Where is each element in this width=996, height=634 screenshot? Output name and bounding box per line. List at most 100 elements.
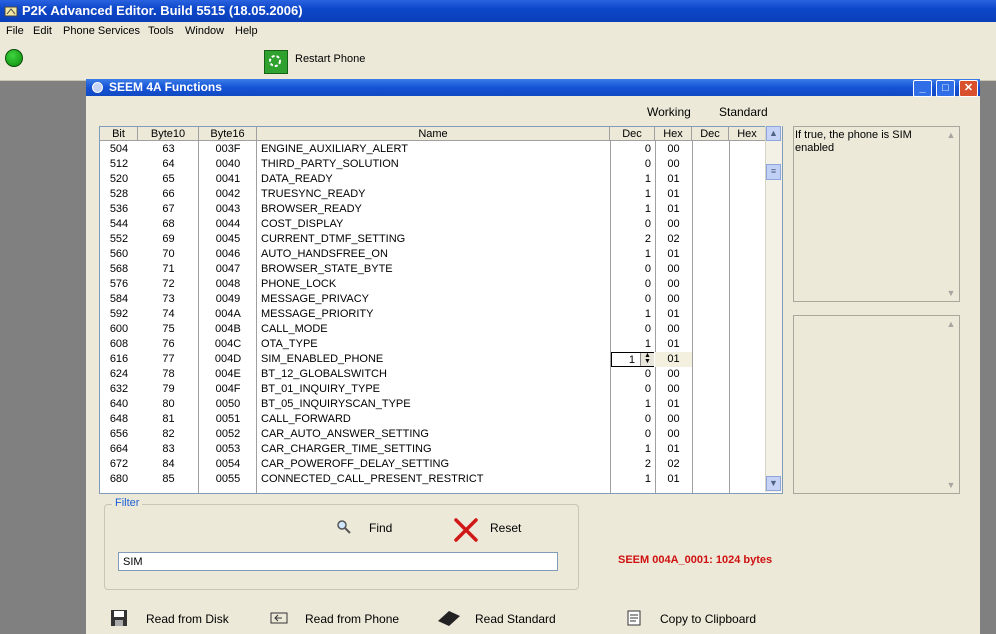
cell-name: CURRENT_DTMF_SETTING (261, 233, 406, 245)
maximize-icon[interactable]: □ (936, 80, 955, 97)
cell-dec[interactable]: 1 (610, 187, 651, 202)
cell-dec[interactable]: 2 (610, 232, 651, 247)
col-header-working-hex[interactable]: Hex (655, 127, 692, 141)
read-from-phone-button[interactable]: Read from Phone (305, 612, 399, 626)
cell-dec[interactable]: 1 (610, 307, 651, 322)
window-title-bar: SEEM 4A Functions _ □ ✕ (86, 79, 980, 97)
connection-status-icon (5, 49, 23, 67)
col-header-standard-dec[interactable]: Dec (692, 127, 729, 141)
col-header-name[interactable]: Name (257, 127, 610, 141)
find-button[interactable]: Find (369, 521, 392, 535)
restart-phone-button[interactable]: Restart Phone (295, 53, 365, 65)
cell-hex: 01 (667, 443, 680, 455)
menu-phone-services[interactable]: Phone Services (63, 25, 140, 37)
col-header-byte10[interactable]: Byte10 (138, 127, 199, 141)
cell-dec[interactable]: 1 (610, 442, 651, 457)
copy-to-clipboard-button[interactable]: Copy to Clipboard (660, 612, 756, 626)
menu-file[interactable]: File (6, 25, 24, 37)
cell-dec[interactable]: 0 (610, 262, 651, 277)
toolbar: Restart Phone (0, 42, 996, 81)
scroll-thumb[interactable]: ≡ (766, 164, 781, 180)
cell-byte16: 0042 (215, 188, 241, 200)
search-icon[interactable] (336, 519, 352, 535)
cell-name: CALL_FORWARD (261, 413, 351, 425)
book-icon[interactable] (437, 609, 461, 627)
cell-name: CAR_CHARGER_TIME_SETTING (261, 443, 432, 455)
cell-byte10: 82 (162, 428, 175, 440)
cell-name: MESSAGE_PRIVACY (261, 293, 369, 305)
disk-icon[interactable] (110, 609, 128, 627)
cell-name: CAR_POWEROFF_DELAY_SETTING (261, 458, 450, 470)
cell-dec[interactable]: 0 (610, 292, 651, 307)
cell-dec[interactable]: 0 (610, 217, 651, 232)
cell-name: BT_12_GLOBALSWITCH (261, 368, 387, 380)
col-header-working-dec[interactable]: Dec (610, 127, 655, 141)
scroll-up-icon[interactable]: ▲ (766, 126, 781, 141)
description-text: If true, the phone is SIM enabled (795, 129, 912, 154)
cell-byte16: 0052 (215, 428, 241, 440)
minimize-icon[interactable]: _ (913, 80, 932, 97)
menu-window[interactable]: Window (185, 25, 224, 37)
cell-byte10: 69 (162, 233, 175, 245)
cell-byte16: 0049 (215, 293, 241, 305)
cell-dec[interactable]: 0 (610, 322, 651, 337)
cell-bit: 608 (109, 338, 129, 350)
col-header-standard-hex[interactable]: Hex (729, 127, 766, 141)
filter-input[interactable]: SIM (118, 552, 558, 571)
restart-icon[interactable] (264, 50, 288, 74)
cell-dec[interactable]: 0 (610, 277, 651, 292)
desc-scroll-up-icon[interactable]: ▲ (945, 130, 957, 140)
cell-dec[interactable]: 2 (610, 457, 651, 472)
cell-dec[interactable]: 0 (610, 382, 651, 397)
cell-byte16: 0053 (215, 443, 241, 455)
cell-bit: 648 (109, 413, 129, 425)
cell-hex: 01 (667, 398, 680, 410)
cell-dec[interactable]: 0 (610, 427, 651, 442)
read-from-disk-button[interactable]: Read from Disk (146, 612, 229, 626)
spinner-arrows-icon[interactable]: ▲ ▼ (640, 352, 654, 366)
cell-byte10: 79 (162, 383, 175, 395)
panel-scroll-down-icon[interactable]: ▼ (945, 480, 957, 490)
cell-bit: 584 (109, 293, 129, 305)
seem-grid[interactable]: Bit Byte10 Byte16 Name Dec Hex Dec Hex 5… (99, 126, 783, 494)
cell-hex: 00 (667, 158, 680, 170)
cell-bit: 656 (109, 428, 129, 440)
cell-hex: 01 (667, 473, 680, 485)
cell-name: COST_DISPLAY (261, 218, 344, 230)
scroll-down-icon[interactable]: ▼ (766, 476, 781, 491)
col-header-bit[interactable]: Bit (100, 127, 138, 141)
cell-byte10: 68 (162, 218, 175, 230)
cell-dec[interactable]: 1 (610, 172, 651, 187)
grid-scrollbar[interactable]: ▲ ≡ ▼ (765, 126, 782, 492)
cell-dec[interactable]: 0 (610, 412, 651, 427)
cell-bit: 672 (109, 458, 129, 470)
reset-icon[interactable] (452, 516, 480, 544)
cell-dec[interactable]: 1 (610, 397, 651, 412)
cell-dec[interactable]: 1 (610, 247, 651, 262)
cell-name: BROWSER_STATE_BYTE (261, 263, 393, 275)
menu-tools[interactable]: Tools (148, 25, 174, 37)
cell-dec[interactable]: 1 (610, 337, 651, 352)
phone-read-icon[interactable] (270, 609, 288, 627)
cell-bit: 664 (109, 443, 129, 455)
cell-byte10: 83 (162, 443, 175, 455)
desc-scroll-down-icon[interactable]: ▼ (945, 288, 957, 298)
cell-dec[interactable]: 0 (610, 367, 651, 382)
cell-bit: 576 (109, 278, 129, 290)
menu-help[interactable]: Help (235, 25, 258, 37)
cell-byte10: 64 (162, 158, 175, 170)
reset-button[interactable]: Reset (490, 521, 521, 535)
cell-dec[interactable]: 0 (610, 157, 651, 172)
cell-dec[interactable]: 1 (610, 472, 651, 487)
cell-dec[interactable]: 0 (610, 142, 651, 157)
panel-scroll-up-icon[interactable]: ▲ (945, 319, 957, 329)
cell-name: OTA_TYPE (261, 338, 318, 350)
clipboard-icon[interactable] (625, 609, 643, 627)
close-icon[interactable]: ✕ (959, 80, 978, 97)
cell-byte16: 004A (215, 308, 241, 320)
cell-dec[interactable]: 1 (610, 202, 651, 217)
col-header-byte16[interactable]: Byte16 (199, 127, 257, 141)
read-standard-button[interactable]: Read Standard (475, 612, 556, 626)
menu-edit[interactable]: Edit (33, 25, 52, 37)
cell-byte16: 0048 (215, 278, 241, 290)
